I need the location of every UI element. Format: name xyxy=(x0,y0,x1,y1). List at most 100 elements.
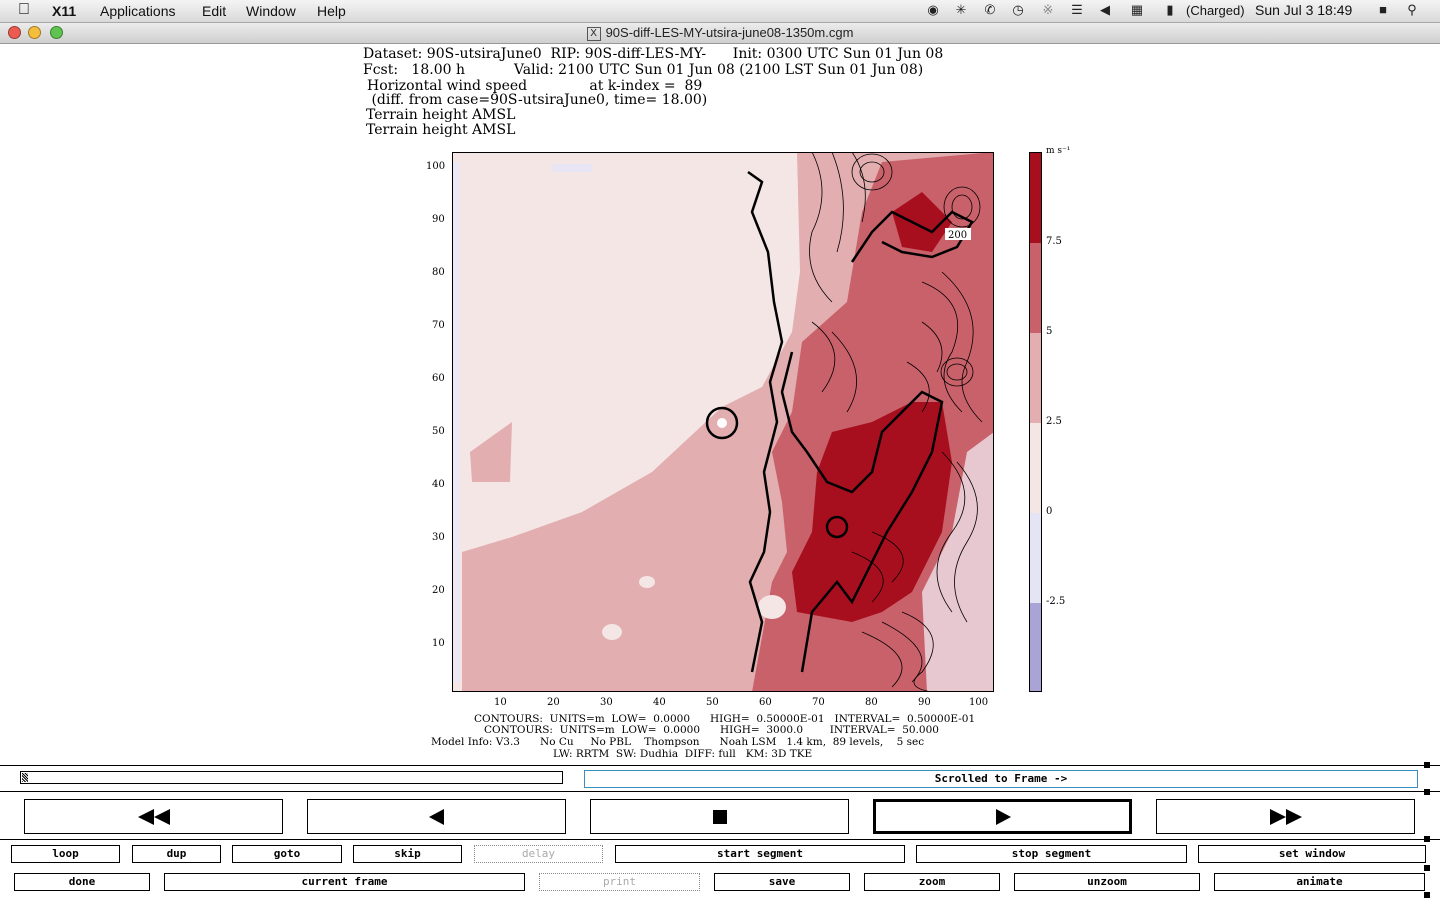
print-button[interactable]: print xyxy=(539,873,700,891)
colorbar-label-neg-2-5: -2.5 xyxy=(1046,596,1066,607)
x-tick-30: 30 xyxy=(600,697,613,708)
y-tick-70: 70 xyxy=(432,320,445,331)
play-button[interactable] xyxy=(873,799,1132,834)
zoom-button[interactable]: zoom xyxy=(864,873,1000,891)
spotlight-search-icon[interactable]: ⚲ xyxy=(1405,3,1419,17)
footer-contours-2: CONTOURS: UNITS=m LOW= 0.0000 HIGH= 3000… xyxy=(484,724,939,736)
separator xyxy=(0,791,1440,792)
header-line-5: Terrain height AMSL xyxy=(366,107,516,123)
battery-status[interactable]: (Charged) xyxy=(1186,3,1245,18)
x-tick-60: 60 xyxy=(759,697,772,708)
y-tick-20: 20 xyxy=(432,585,445,596)
colorbar-label-2-5: 2.5 xyxy=(1046,416,1062,427)
stop-button[interactable] xyxy=(590,799,849,834)
sash-handle[interactable] xyxy=(1424,865,1430,871)
dup-button[interactable]: dup xyxy=(132,845,221,863)
footer-model-info: Model Info: V3.3 No Cu No PBL Thompson N… xyxy=(431,736,925,748)
sash-handle[interactable] xyxy=(1424,892,1430,898)
colorbar-segment xyxy=(1030,423,1041,513)
battery-icon[interactable]: ▮ xyxy=(1160,3,1180,17)
x-tick-40: 40 xyxy=(653,697,666,708)
start-segment-button[interactable]: start segment xyxy=(615,845,905,863)
clock[interactable]: Sun Jul 3 18:49 xyxy=(1255,2,1352,18)
colorbar-label-7-5: 7.5 xyxy=(1046,236,1062,247)
y-tick-80: 80 xyxy=(432,267,445,278)
sash-handle[interactable] xyxy=(1424,789,1430,795)
window-titlebar: X 90S-diff-LES-MY-utsira-june08-1350m.cgm xyxy=(0,23,1440,44)
fast-forward-button[interactable] xyxy=(1156,799,1415,834)
animate-button[interactable]: animate xyxy=(1214,873,1425,891)
done-button[interactable]: done xyxy=(14,873,150,891)
step-back-icon xyxy=(428,808,444,825)
skip-button[interactable]: skip xyxy=(353,845,462,863)
y-tick-90: 90 xyxy=(432,214,445,225)
apple-menu-icon[interactable]:  xyxy=(18,1,30,19)
header-line-4: (diff. from case=90S-utsiraJune0, time= … xyxy=(367,92,708,108)
menu-window[interactable]: Window xyxy=(246,3,296,19)
hole xyxy=(602,624,622,640)
y-tick-60: 60 xyxy=(432,373,445,384)
step-back-button[interactable] xyxy=(307,799,566,834)
phone-icon[interactable]: ✆ xyxy=(983,3,997,17)
colorbar-segment xyxy=(1030,153,1041,243)
menu-help[interactable]: Help xyxy=(317,3,346,19)
y-tick-50: 50 xyxy=(432,426,445,437)
wind-speed-difference-map: 200 xyxy=(452,152,994,692)
footer-physics: LW: RRTM SW: Dudhia DIFF: full KM: 3D TK… xyxy=(553,748,813,760)
separator xyxy=(0,765,1440,766)
y-tick-30: 30 xyxy=(432,532,445,543)
menubar:  X11 Applications Edit Window Help ◉ ✳ … xyxy=(0,0,1440,23)
window-title: X 90S-diff-LES-MY-utsira-june08-1350m.cgm xyxy=(0,25,1440,41)
neg-patch xyxy=(552,164,592,172)
colorbar-segment xyxy=(1030,603,1041,691)
sash-handle[interactable] xyxy=(1424,836,1430,842)
current-frame-button[interactable]: current frame xyxy=(164,873,525,891)
delay-button[interactable]: delay xyxy=(474,845,603,863)
sash-handle[interactable] xyxy=(1424,762,1430,768)
save-button[interactable]: save xyxy=(714,873,850,891)
stop-segment-button[interactable]: stop segment xyxy=(916,845,1187,863)
header-line-1: Dataset: 90S-utsiraJune0 RIP: 90S-diff-L… xyxy=(363,46,944,62)
wifi-icon[interactable]: ☰ xyxy=(1070,3,1084,17)
unzoom-button[interactable]: unzoom xyxy=(1014,873,1200,891)
fast-reverse-icon xyxy=(137,808,170,825)
play-icon xyxy=(995,808,1011,825)
y-tick-100: 100 xyxy=(426,161,446,172)
contour-label-200: 200 xyxy=(948,230,967,241)
x-tick-90: 90 xyxy=(918,697,931,708)
frame-scrollbar[interactable] xyxy=(20,771,563,784)
time-machine-icon[interactable]: ◷ xyxy=(1011,3,1025,17)
colorbar-label-0: 0 xyxy=(1046,506,1053,517)
x-tick-50: 50 xyxy=(706,697,719,708)
bluetooth-icon[interactable]: ※ xyxy=(1041,3,1055,17)
alien-icon[interactable]: ◉ xyxy=(926,3,940,17)
colorbar-segment xyxy=(1030,243,1041,333)
menu-edit[interactable]: Edit xyxy=(202,3,226,19)
separator xyxy=(0,839,1440,840)
menu-applications[interactable]: Applications xyxy=(100,3,176,19)
x-tick-20: 20 xyxy=(547,697,560,708)
app-menu[interactable]: X11 xyxy=(52,3,76,19)
goto-button[interactable]: goto xyxy=(232,845,342,863)
location-marker xyxy=(717,418,727,428)
x-tick-80: 80 xyxy=(865,697,878,708)
x11-icon: X xyxy=(586,27,601,41)
status-field: Scrolled to Frame -> xyxy=(584,770,1418,788)
antenna-icon[interactable]: ✳ xyxy=(954,3,968,17)
fast-reverse-button[interactable] xyxy=(24,799,283,834)
loop-button[interactable]: loop xyxy=(11,845,120,863)
header-line-2: Fcst: 18.00 h Valid: 2100 UTC Sun 01 Jun… xyxy=(363,62,924,78)
stop-icon xyxy=(712,809,727,824)
user-icon[interactable]: ■ xyxy=(1374,3,1392,17)
colorbar-unit: m s⁻¹ xyxy=(1046,146,1071,156)
set-window-button[interactable]: set window xyxy=(1198,845,1426,863)
calendar-icon[interactable]: ▦ xyxy=(1130,3,1144,17)
header-line-6: Terrain height AMSL xyxy=(366,122,516,138)
colorbar xyxy=(1029,152,1042,692)
colorbar-segment xyxy=(1030,333,1041,423)
volume-icon[interactable]: ◀ xyxy=(1098,3,1112,17)
y-tick-10: 10 xyxy=(432,638,445,649)
x-tick-10: 10 xyxy=(494,697,507,708)
scrollbar-thumb[interactable] xyxy=(22,773,28,782)
window-title-text: 90S-diff-LES-MY-utsira-june08-1350m.cgm xyxy=(605,25,854,40)
